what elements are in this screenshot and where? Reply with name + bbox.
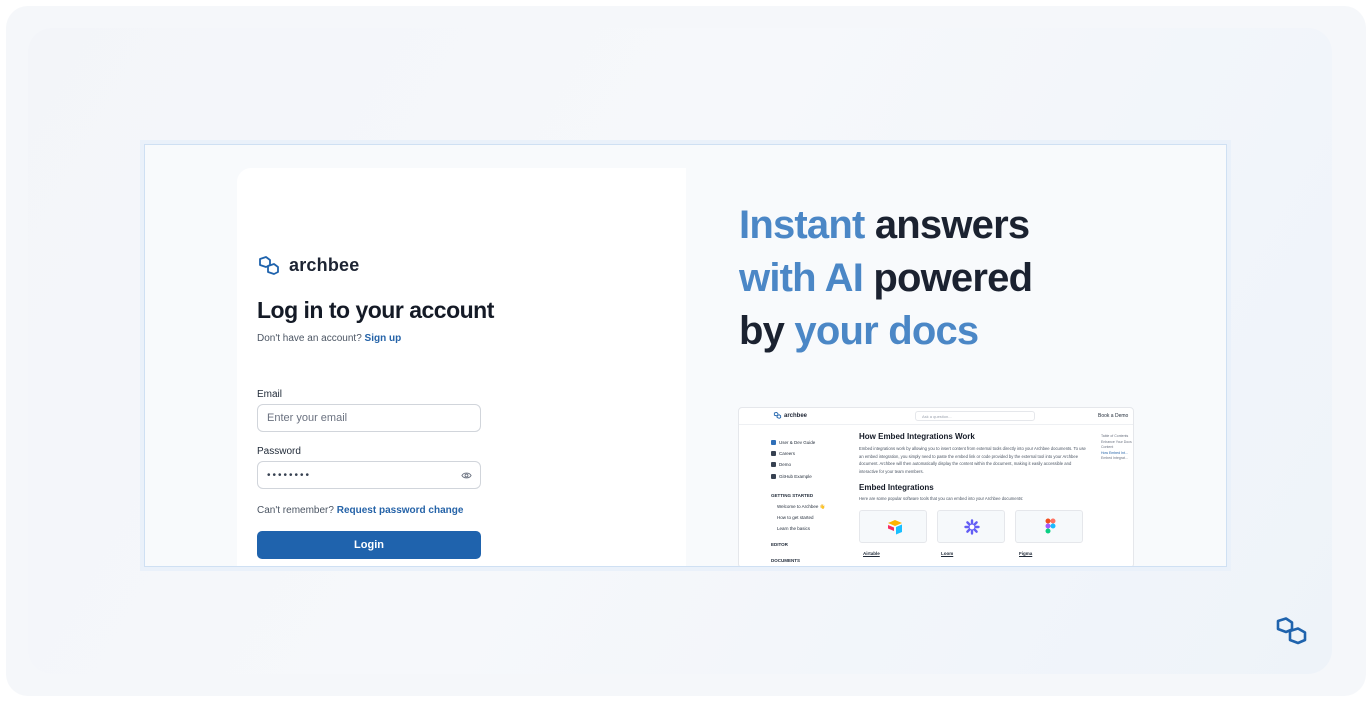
headline-highlight-3: your docs <box>794 309 979 353</box>
preview-section-editor: EDITOR <box>771 542 788 547</box>
preview-subtitle: Embed Integrations <box>859 483 934 492</box>
password-field[interactable]: •••••••• <box>257 461 481 489</box>
docs-preview-image: archbee Ask a question... Book a Demo Us… <box>738 407 1134 566</box>
headline-text-3: by <box>739 309 795 353</box>
page-title: Log in to your account <box>257 297 494 323</box>
briefcase-icon <box>771 451 776 456</box>
preview-topbar: archbee Ask a question... Book a Demo <box>739 408 1133 425</box>
preview-subitem: Learn the basics <box>777 526 811 531</box>
headline-text-1: answers <box>864 203 1030 247</box>
preview-section-getting-started: GETTING STARTED <box>771 493 814 498</box>
forgot-password-line: Can't remember? Request password change <box>257 505 463 516</box>
archbee-logo-icon <box>773 412 782 419</box>
preview-sidebar-item: GitHub Example <box>771 474 812 479</box>
preview-sidebar-item: User & Dev Guide <box>771 440 815 445</box>
email-field[interactable]: Enter your email <box>257 404 481 432</box>
preview-toc: Table of Contents Enhance Your Docs Cont… <box>1101 434 1132 462</box>
email-placeholder: Enter your email <box>267 412 348 424</box>
preview-subparagraph: Here are some popular software tools tha… <box>859 496 1024 501</box>
preview-card: Airtable <box>859 509 927 556</box>
preview-paragraph: Embed integrations work by allowing you … <box>859 446 1086 474</box>
login-button[interactable]: Login <box>257 531 481 559</box>
preview-toc-item: Embed Integrat... <box>1101 456 1128 460</box>
headline-highlight-1: Instant <box>739 203 865 247</box>
signup-prompt: Don't have an account? Sign up <box>257 333 401 344</box>
preview-sidebar-item: Careers <box>771 451 795 456</box>
preview-sidebar-item: Demo <box>771 462 791 467</box>
eye-icon[interactable] <box>461 470 472 481</box>
archbee-logo[interactable]: archbee <box>257 255 359 276</box>
signup-link[interactable]: Sign up <box>365 333 402 344</box>
preview-card: Figma <box>1015 509 1083 556</box>
archbee-logo-icon <box>1276 617 1307 645</box>
forgot-prompt: Can't remember? <box>257 505 334 516</box>
password-label: Password <box>257 446 301 457</box>
request-password-change-link[interactable]: Request password change <box>337 505 464 516</box>
github-icon <box>771 474 776 479</box>
preview-card-label: Loom <box>941 550 954 556</box>
headline-text-2: powered <box>863 256 1033 300</box>
book-icon <box>771 440 776 445</box>
signup-prompt-text: Don't have an account? <box>257 333 362 344</box>
loom-icon <box>964 518 980 535</box>
logo-text: archbee <box>289 255 360 275</box>
preview-subitem: Welcome to Archbee 👋 <box>777 504 826 509</box>
preview-subitem: How to get started <box>777 515 814 520</box>
preview-section-documents: DOCUMENTS <box>771 558 800 563</box>
preview-card-label: Figma <box>1019 550 1033 556</box>
play-icon <box>771 462 776 467</box>
password-value: •••••••• <box>267 469 312 481</box>
headline-highlight-2: with AI <box>739 256 864 300</box>
preview-book-demo: Book a Demo <box>1098 413 1129 419</box>
preview-logo-text: archbee <box>784 412 808 419</box>
preview-search: Ask a question... <box>915 411 1035 421</box>
airtable-icon <box>888 519 902 534</box>
preview-logo: archbee <box>773 412 807 419</box>
screenshot-frame: archbee Log in to your account Don't hav… <box>144 144 1227 567</box>
archbee-logo-icon <box>259 255 279 275</box>
preview-card: Loom <box>937 509 1005 556</box>
preview-card-label: Airtable <box>863 550 880 556</box>
preview-title: How Embed Integrations Work <box>859 432 975 441</box>
preview-main: How Embed Integrations Work Embed integr… <box>859 432 1091 556</box>
email-label: Email <box>257 389 283 400</box>
figma-icon <box>1045 518 1056 533</box>
preview-toc-item: Table of Contents <box>1101 434 1129 438</box>
preview-cards: Airtable Loom Figma <box>859 509 1091 556</box>
promo-headline: Instant answers with AI powered by your … <box>739 199 1033 358</box>
